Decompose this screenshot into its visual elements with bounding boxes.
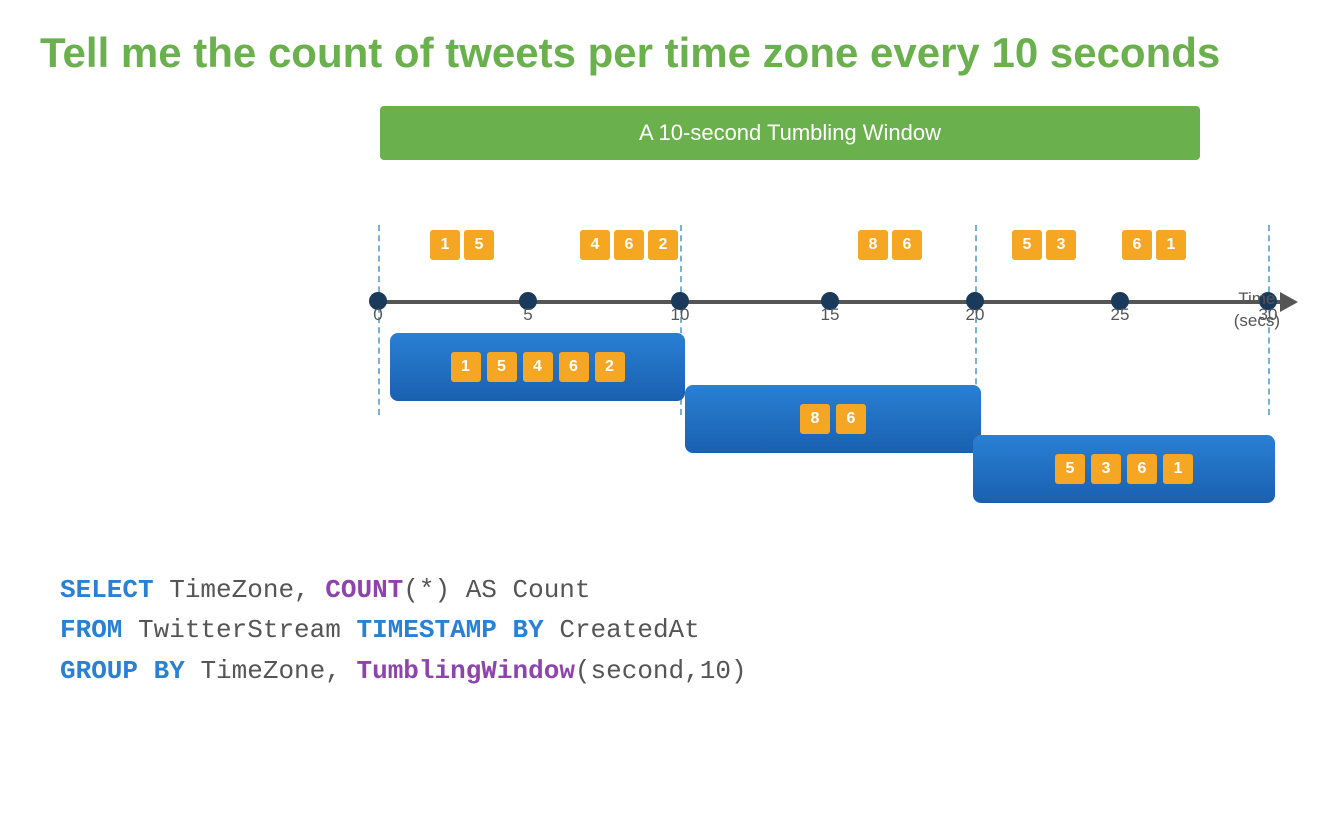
time-label-20: 20 [966,305,985,325]
window-bar-3: 5 3 6 1 [973,435,1275,503]
badge: 6 [559,352,589,382]
sql-keyword-by2: BY [154,656,185,686]
badge: 6 [1127,454,1157,484]
sql-text [497,615,513,645]
badge: 8 [858,230,888,260]
page-title: Tell me the count of tweets per time zon… [40,30,1300,76]
time-label-15: 15 [821,305,840,325]
badge: 6 [614,230,644,260]
badge: 1 [430,230,460,260]
sql-line-2: FROM TwitterStream TIMESTAMP BY CreatedA… [60,610,1280,650]
badge-group-2: 4 6 2 [580,230,678,260]
time-label-5: 5 [523,305,532,325]
sql-keyword-by: BY [513,615,544,645]
sql-keyword-group: GROUP [60,656,138,686]
sql-text [138,656,154,686]
badge: 1 [1156,230,1186,260]
sql-text: TwitterStream [122,615,356,645]
diagram-area: 1 5 4 6 2 8 6 5 3 6 1 0 5 [40,170,1300,550]
sql-area: SELECT TimeZone, COUNT(*) AS Count FROM … [40,570,1300,691]
sql-keyword-tumbling: TumblingWindow [356,656,574,686]
badge: 4 [580,230,610,260]
sql-keyword-select: SELECT [60,575,154,605]
badge: 6 [892,230,922,260]
badge-group-3: 8 6 [858,230,922,260]
sql-text: TimeZone, [185,656,357,686]
badge: 5 [464,230,494,260]
sql-line-3: GROUP BY TimeZone, TumblingWindow(second… [60,651,1280,691]
window-bar-2: 8 6 [685,385,981,453]
sql-text: (*) AS Count [403,575,590,605]
badge: 8 [800,404,830,434]
time-label-25: 25 [1111,305,1130,325]
badge-group-5: 6 1 [1122,230,1186,260]
main-container: Tell me the count of tweets per time zon… [0,0,1340,828]
badge: 6 [836,404,866,434]
badge: 6 [1122,230,1152,260]
badge: 5 [1055,454,1085,484]
sql-keyword-timestamp: TIMESTAMP [356,615,496,645]
time-axis-label: Time(secs) [1234,288,1280,332]
sql-text: TimeZone, [154,575,326,605]
badge: 2 [648,230,678,260]
sql-text: CreatedAt [544,615,700,645]
badge: 3 [1091,454,1121,484]
badge: 1 [451,352,481,382]
sql-text: (second,10) [575,656,747,686]
sql-keyword-count: COUNT [325,575,403,605]
badge: 5 [1012,230,1042,260]
badge: 1 [1163,454,1193,484]
badge: 5 [487,352,517,382]
window-banner: A 10-second Tumbling Window [380,106,1200,160]
window-bar-1: 1 5 4 6 2 [390,333,685,401]
sql-line-1: SELECT TimeZone, COUNT(*) AS Count [60,570,1280,610]
badge: 3 [1046,230,1076,260]
time-label-10: 10 [671,305,690,325]
badge: 4 [523,352,553,382]
badge: 2 [595,352,625,382]
sql-keyword-from: FROM [60,615,122,645]
badge-group-4: 5 3 [1012,230,1076,260]
time-label-0: 0 [373,305,382,325]
badge-group-1: 1 5 [430,230,494,260]
